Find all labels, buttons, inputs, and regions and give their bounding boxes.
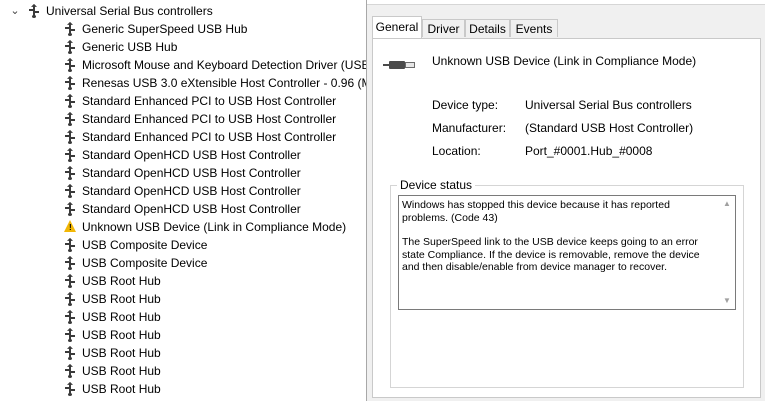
tree-item-device[interactable]: USB Root Hub	[64, 344, 161, 362]
usb-plug-icon	[383, 58, 415, 72]
usb-icon	[64, 129, 76, 144]
usb-icon	[64, 201, 76, 216]
tree-item-device[interactable]: Generic USB Hub	[64, 38, 177, 56]
tree-item-device[interactable]: USB Root Hub	[64, 362, 161, 380]
device-label: USB Root Hub	[82, 274, 161, 288]
usb-icon	[64, 147, 76, 162]
device-label: USB Root Hub	[82, 328, 161, 342]
warning-icon: !	[64, 219, 76, 234]
tab-general[interactable]: General	[372, 16, 422, 38]
tab-driver[interactable]: Driver	[422, 19, 465, 37]
device-label: Generic SuperSpeed USB Hub	[82, 22, 248, 36]
tree-item-device[interactable]: USB Composite Device	[64, 236, 207, 254]
usb-icon	[64, 21, 76, 36]
tree-item-device[interactable]: USB Root Hub	[64, 380, 161, 398]
tree-item-device[interactable]: USB Root Hub	[64, 272, 161, 290]
usb-icon	[64, 75, 76, 90]
tab-details[interactable]: Details	[465, 19, 510, 37]
usb-icon	[64, 57, 76, 72]
manufacturer-label: Manufacturer:	[432, 121, 507, 135]
tree-item-device[interactable]: USB Root Hub	[64, 290, 161, 308]
device-label: Microsoft Mouse and Keyboard Detection D…	[82, 58, 366, 72]
device-label: Generic USB Hub	[82, 40, 178, 54]
device-label: Standard Enhanced PCI to USB Host Contro…	[82, 94, 337, 108]
device-type-label: Device type:	[432, 98, 499, 112]
location-label: Location:	[432, 144, 481, 158]
device-label: Unknown USB Device (Link in Compliance M…	[82, 220, 347, 234]
usb-icon	[64, 93, 76, 108]
usb-icon	[64, 309, 76, 324]
usb-icon	[64, 363, 76, 378]
device-label: USB Root Hub	[82, 346, 161, 360]
device-label: Standard Enhanced PCI to USB Host Contro…	[82, 130, 337, 144]
scroll-down-icon[interactable]: ▼	[723, 297, 731, 305]
device-label: USB Composite Device	[82, 238, 208, 252]
usb-icon	[64, 255, 76, 270]
tree-item-device[interactable]: Generic SuperSpeed USB Hub	[64, 20, 247, 38]
device-label: USB Root Hub	[82, 292, 161, 306]
usb-icon	[64, 327, 76, 342]
category-label: Universal Serial Bus controllers	[46, 4, 213, 18]
device-properties-dialog: General Driver Details Events Unknown US…	[366, 0, 765, 401]
tree-category-usb-controllers[interactable]: ⌄ Universal Serial Bus controllers	[10, 2, 213, 20]
status-paragraph: The SuperSpeed link to the USB device ke…	[402, 236, 700, 273]
usb-icon	[64, 345, 76, 360]
device-label: USB Root Hub	[82, 382, 161, 396]
device-name: Unknown USB Device (Link in Compliance M…	[432, 54, 697, 68]
tree-item-device[interactable]: ! Unknown USB Device (Link in Compliance …	[64, 218, 346, 236]
manufacturer-value: (Standard USB Host Controller)	[525, 121, 694, 135]
tab-events[interactable]: Events	[510, 19, 558, 37]
chevron-down-icon[interactable]: ⌄	[8, 2, 22, 20]
status-paragraph: Windows has stopped this device because …	[402, 199, 670, 224]
usb-icon	[64, 111, 76, 126]
device-label: Standard OpenHCD USB Host Controller	[82, 202, 301, 216]
usb-icon	[64, 381, 76, 396]
tree-item-device[interactable]: Renesas USB 3.0 eXtensible Host Controll…	[64, 74, 366, 92]
device-type-value: Universal Serial Bus controllers	[525, 98, 692, 112]
device-status-group: Device status Windows has stopped this d…	[390, 178, 744, 388]
device-label: USB Root Hub	[82, 364, 161, 378]
tree-item-device[interactable]: Standard Enhanced PCI to USB Host Contro…	[64, 92, 336, 110]
status-scrollbar[interactable]: ▲ ▼	[719, 196, 735, 309]
tree-item-device[interactable]: Standard OpenHCD USB Host Controller	[64, 200, 301, 218]
usb-icon	[28, 3, 40, 18]
tree-item-device[interactable]: Standard Enhanced PCI to USB Host Contro…	[64, 128, 336, 146]
device-status-label: Device status	[397, 178, 476, 192]
device-label: Renesas USB 3.0 eXtensible Host Controll…	[82, 76, 366, 90]
device-label: Standard Enhanced PCI to USB Host Contro…	[82, 112, 337, 126]
usb-icon	[64, 237, 76, 252]
tree-item-device[interactable]: USB Root Hub	[64, 326, 161, 344]
tree-item-device[interactable]: USB Root Hub	[64, 308, 161, 326]
tree-item-device[interactable]: Standard OpenHCD USB Host Controller	[64, 146, 301, 164]
tree-item-device[interactable]: USB Composite Device	[64, 254, 207, 272]
usb-icon	[64, 165, 76, 180]
general-tab-panel: Unknown USB Device (Link in Compliance M…	[372, 38, 761, 398]
device-label: Standard OpenHCD USB Host Controller	[82, 184, 301, 198]
usb-icon	[64, 291, 76, 306]
tree-item-device[interactable]: Standard Enhanced PCI to USB Host Contro…	[64, 110, 336, 128]
device-label: Standard OpenHCD USB Host Controller	[82, 148, 301, 162]
tree-item-device[interactable]: Standard OpenHCD USB Host Controller	[64, 164, 301, 182]
device-tree[interactable]: ⌄ Universal Serial Bus controllers Gener…	[0, 0, 366, 401]
tree-item-device[interactable]: Standard OpenHCD USB Host Controller	[64, 182, 301, 200]
device-label: Standard OpenHCD USB Host Controller	[82, 166, 301, 180]
device-label: USB Composite Device	[82, 256, 208, 270]
usb-icon	[64, 183, 76, 198]
usb-icon	[64, 273, 76, 288]
location-value: Port_#0001.Hub_#0008	[525, 144, 653, 158]
tree-item-device[interactable]: Microsoft Mouse and Keyboard Detection D…	[64, 56, 366, 74]
device-status-textbox[interactable]: Windows has stopped this device because …	[398, 195, 736, 310]
device-label: USB Root Hub	[82, 310, 161, 324]
scroll-up-icon[interactable]: ▲	[723, 200, 731, 208]
dialog-title-bar[interactable]	[367, 0, 765, 5]
usb-icon	[64, 39, 76, 54]
